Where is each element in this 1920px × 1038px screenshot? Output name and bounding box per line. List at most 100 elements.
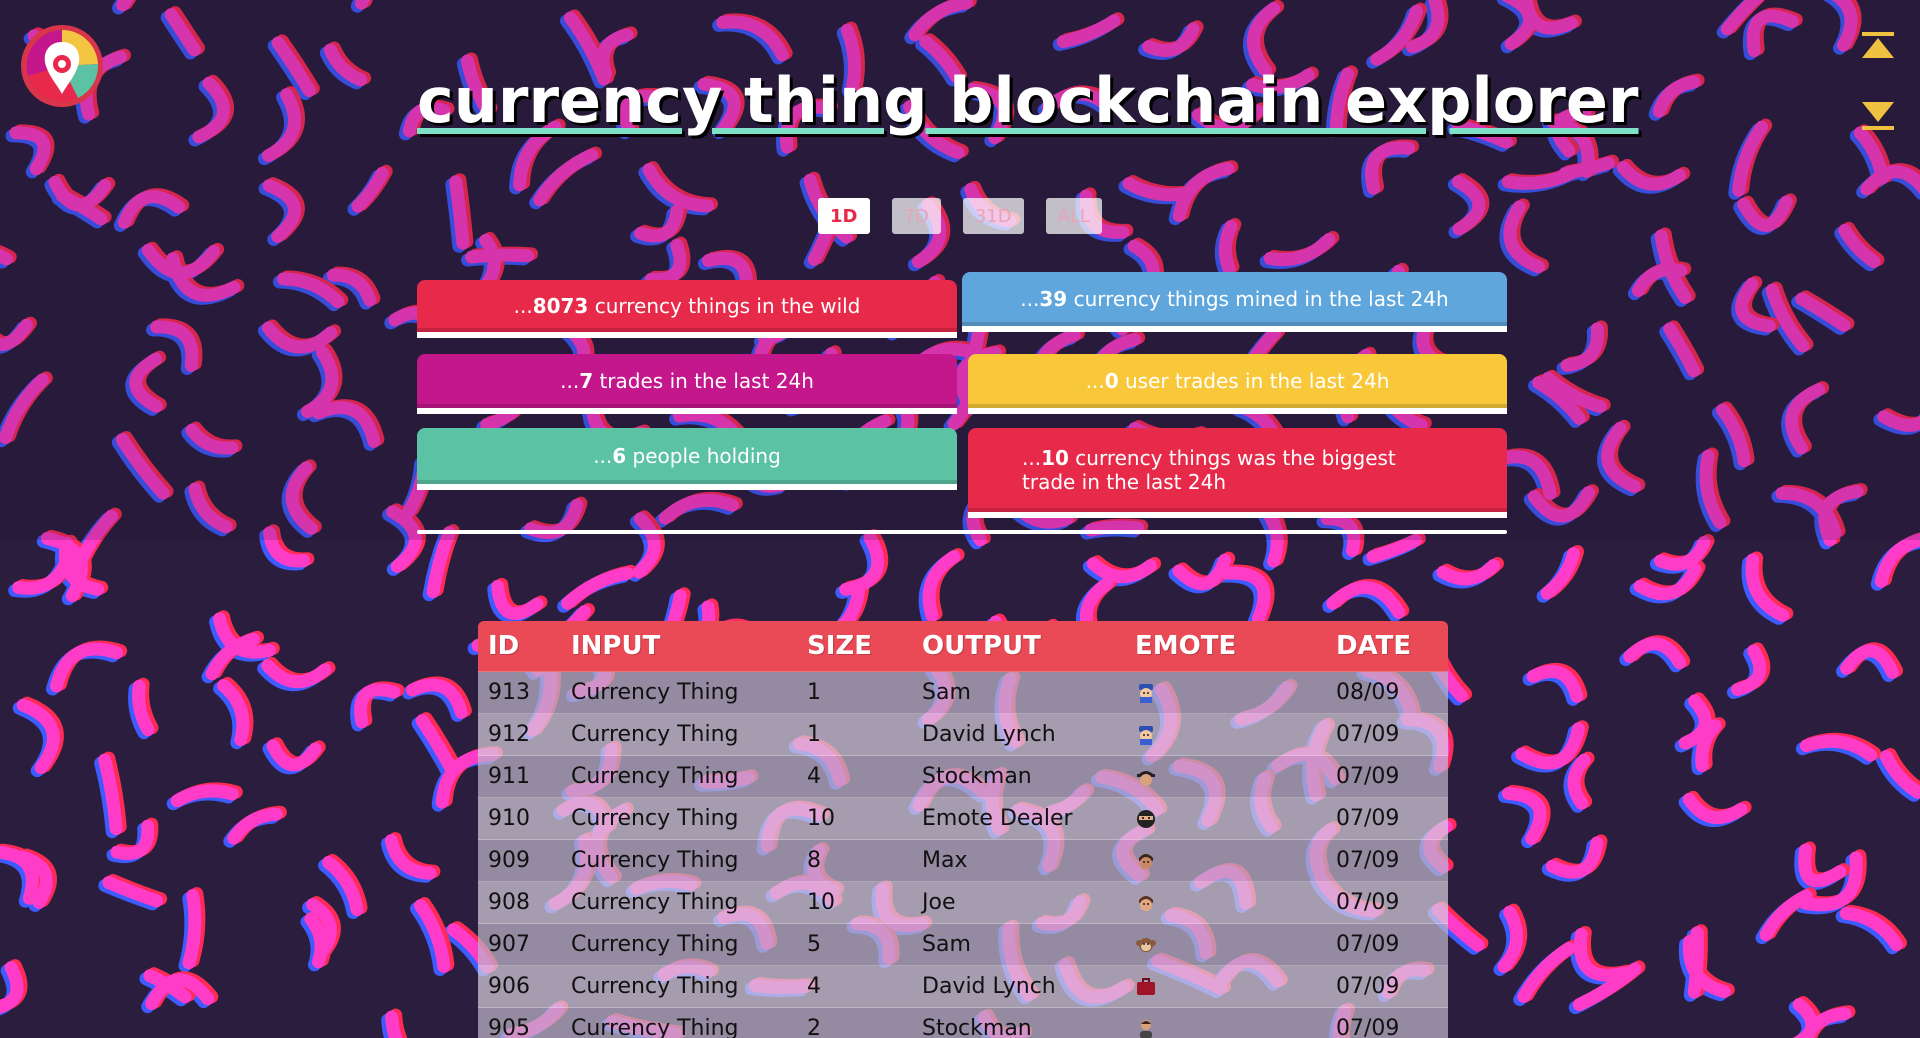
cell-emote: [1125, 965, 1326, 1008]
cell-output: Stockman: [912, 755, 1125, 798]
cell-output: David Lynch: [912, 965, 1125, 1008]
period-button-all[interactable]: ALL: [1045, 198, 1102, 234]
cell-emote: [1125, 881, 1326, 924]
stat-holders: ...6 people holding: [417, 428, 957, 490]
app-logo-icon[interactable]: [20, 24, 104, 108]
cell-date: 07/09: [1326, 797, 1448, 840]
stat-user-trades-text: ...0 user trades in the last 24h: [1085, 369, 1390, 393]
cell-input: Currency Thing: [561, 965, 797, 1008]
column-header-size[interactable]: SIZE: [797, 621, 912, 672]
transactions-table: ID INPUT SIZE OUTPUT EMOTE DATE 913 Curr…: [478, 621, 1448, 1038]
cell-size: 10: [797, 797, 912, 840]
cell-input: Currency Thing: [561, 881, 797, 924]
table-row[interactable]: 906 Currency Thing 4 David Lynch 07/09: [478, 965, 1448, 1008]
stat-in-wild-text: ...8073 currency things in the wild: [513, 294, 861, 318]
cell-input: Currency Thing: [561, 713, 797, 756]
stat-biggest-trade: ...10 currency things was the biggest tr…: [968, 428, 1507, 518]
cell-size: 1: [797, 713, 912, 756]
table-row[interactable]: 907 Currency Thing 5 Sam 07/09: [478, 923, 1448, 966]
cell-date: 08/09: [1326, 671, 1448, 714]
ninja-emote-icon: [1137, 810, 1155, 828]
table-row[interactable]: 913 Currency Thing 1 Sam 08/09: [478, 671, 1448, 714]
cell-emote: [1125, 839, 1326, 882]
cell-id: 907: [478, 923, 561, 966]
stat-mined-text: ...39 currency things mined in the last …: [1020, 287, 1449, 311]
monkey-emote-icon: [1136, 938, 1156, 952]
cell-emote: [1125, 797, 1326, 840]
cap-head-emote-icon: [1137, 771, 1155, 786]
table-header-row: ID INPUT SIZE OUTPUT EMOTE DATE: [478, 621, 1448, 672]
table-row[interactable]: 909 Currency Thing 8 Max 07/09: [478, 839, 1448, 882]
column-header-output[interactable]: OUTPUT: [912, 621, 1125, 672]
page-title: currency thing blockchain explorer: [417, 64, 1639, 137]
cell-size: 8: [797, 839, 912, 882]
cell-size: 10: [797, 881, 912, 924]
cell-output: Stockman: [912, 1007, 1125, 1038]
cell-id: 913: [478, 671, 561, 714]
cell-input: Currency Thing: [561, 923, 797, 966]
cell-date: 07/09: [1326, 1007, 1448, 1038]
cell-id: 905: [478, 1007, 561, 1038]
cell-input: Currency Thing: [561, 1007, 797, 1038]
cell-date: 07/09: [1326, 881, 1448, 924]
period-button-1d[interactable]: 1D: [818, 198, 870, 234]
cell-size: 1: [797, 671, 912, 714]
cell-id: 909: [478, 839, 561, 882]
cell-id: 906: [478, 965, 561, 1008]
cell-emote: [1125, 923, 1326, 966]
transactions-table-container[interactable]: ID INPUT SIZE OUTPUT EMOTE DATE 913 Curr…: [478, 621, 1448, 1038]
cell-size: 5: [797, 923, 912, 966]
stat-mined: ...39 currency things mined in the last …: [962, 272, 1507, 332]
cell-output: Max: [912, 839, 1125, 882]
cell-date: 07/09: [1326, 965, 1448, 1008]
cell-emote: [1125, 755, 1326, 798]
cell-input: Currency Thing: [561, 797, 797, 840]
stat-holders-text: ...6 people holding: [593, 444, 781, 468]
cell-size: 2: [797, 1007, 912, 1038]
cell-input: Currency Thing: [561, 839, 797, 882]
stat-user-trades: ...0 user trades in the last 24h: [968, 354, 1507, 414]
cell-emote: [1125, 1007, 1326, 1038]
cell-size: 4: [797, 755, 912, 798]
table-row[interactable]: 908 Currency Thing 10 Joe 07/09: [478, 881, 1448, 924]
period-button-7d[interactable]: 7D: [891, 198, 941, 234]
cell-input: Currency Thing: [561, 671, 797, 714]
table-row[interactable]: 912 Currency Thing 1 David Lynch 07/09: [478, 713, 1448, 756]
cell-id: 910: [478, 797, 561, 840]
squiggle-shape: [1687, 926, 1704, 999]
table-row[interactable]: 910 Currency Thing 10 Emote Dealer 07/09: [478, 797, 1448, 840]
face-emote-icon: [1139, 896, 1153, 911]
column-header-date[interactable]: DATE: [1326, 621, 1448, 672]
cell-size: 4: [797, 965, 912, 1008]
table-row[interactable]: 911 Currency Thing 4 Stockman 07/09: [478, 755, 1448, 798]
cell-id: 908: [478, 881, 561, 924]
stat-trades: ...7 trades in the last 24h: [417, 354, 957, 414]
scroll-to-top-icon[interactable]: [1860, 30, 1896, 66]
section-divider: [417, 530, 1507, 534]
person-emote-icon: [1140, 1020, 1152, 1038]
scroll-to-bottom-icon[interactable]: [1860, 96, 1896, 132]
cell-date: 07/09: [1326, 713, 1448, 756]
stat-in-wild: ...8073 currency things in the wild: [417, 280, 957, 338]
cell-input: Currency Thing: [561, 755, 797, 798]
column-header-id[interactable]: ID: [478, 621, 561, 672]
table-row[interactable]: 905 Currency Thing 2 Stockman 07/09: [478, 1007, 1448, 1038]
cell-output: Joe: [912, 881, 1125, 924]
cell-date: 07/09: [1326, 923, 1448, 966]
period-button-31d[interactable]: 31D: [962, 198, 1024, 234]
column-header-input[interactable]: INPUT: [561, 621, 797, 672]
cell-date: 07/09: [1326, 839, 1448, 882]
police-emote-icon: [1139, 684, 1153, 703]
cell-date: 07/09: [1326, 755, 1448, 798]
cell-output: Emote Dealer: [912, 797, 1125, 840]
squiggle-shape: [182, 889, 202, 970]
column-header-emote[interactable]: EMOTE: [1125, 621, 1326, 672]
cell-id: 912: [478, 713, 561, 756]
police-emote-icon: [1139, 726, 1153, 745]
cell-emote: [1125, 671, 1326, 714]
period-selector: 1D 7D 31D ALL: [0, 198, 1920, 234]
stat-trades-text: ...7 trades in the last 24h: [560, 369, 814, 393]
face-emote-icon: [1139, 854, 1153, 869]
cell-emote: [1125, 713, 1326, 756]
cell-output: Sam: [912, 923, 1125, 966]
